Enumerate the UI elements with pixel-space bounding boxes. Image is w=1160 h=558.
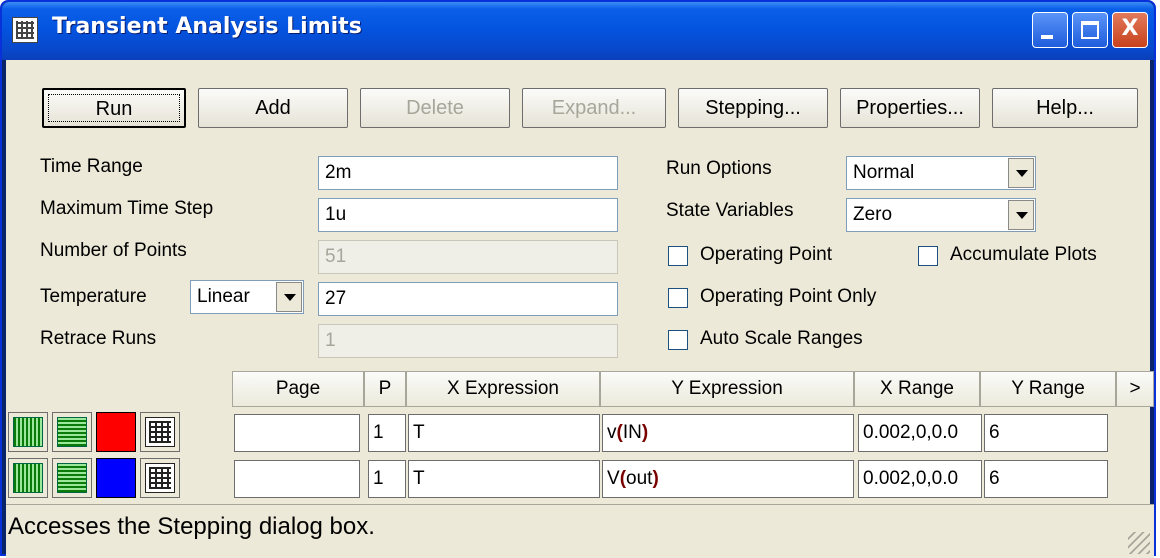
state-variables-label: State Variables [666,200,794,221]
retrace-runs-label: Retrace Runs [40,328,157,349]
row1-page[interactable] [234,414,360,452]
status-bar: Accesses the Stepping dialog box. [6,504,1154,558]
close-icon: X [1121,16,1139,41]
run-options-value: Normal [853,162,915,183]
num-points-label: Number of Points [40,240,187,261]
vertical-bars-icon [13,417,43,447]
operating-point-only-checkbox[interactable] [668,288,688,308]
temperature-mode-value: Linear [197,286,250,307]
delete-button[interactable]: Delete [360,88,510,128]
row1-y-range[interactable]: 6 [984,414,1108,452]
minimize-button[interactable] [1032,12,1068,48]
row2-y-expr-arg: out [626,468,653,489]
temperature-label: Temperature [40,286,147,307]
row1-y-expr-rparen: ) [641,422,649,443]
header-y-range[interactable]: Y Range [980,371,1116,407]
maximize-button[interactable] [1072,12,1108,48]
resize-grip-icon[interactable] [1128,532,1150,554]
header-x-range[interactable]: X Range [854,371,980,407]
run-button[interactable]: Run [42,88,186,128]
expand-button-label: Expand... [551,97,637,119]
accumulate-plots-checkbox[interactable] [918,246,938,266]
row2-y-expr-rparen: ) [652,468,659,489]
state-variables-select[interactable]: Zero [846,198,1036,232]
help-button[interactable]: Help... [992,88,1138,128]
dialog-window: Transient Analysis Limits X Run Add Dele… [0,0,1156,558]
auto-scale-ranges-checkbox[interactable] [668,330,688,350]
auto-scale-ranges-label: Auto Scale Ranges [700,328,863,349]
expand-button[interactable]: Expand... [522,88,666,128]
chevron-down-icon[interactable] [1008,200,1034,230]
curve-fill-button[interactable] [52,412,92,452]
minimize-icon [1041,35,1053,39]
table-grid-icon [145,463,175,493]
row1-y-expression[interactable]: v(IN) [602,414,854,452]
close-button[interactable]: X [1112,12,1148,48]
numeric-output-button[interactable] [140,458,180,498]
row1-x-expression[interactable]: T [408,414,600,452]
curve-color-button[interactable] [96,412,136,452]
row1-y-expr-arg: IN [622,422,642,443]
row2-page[interactable] [234,460,360,498]
row2-p[interactable]: 1 [368,460,406,498]
retrace-runs-input[interactable]: 1 [318,324,618,358]
operating-point-checkbox[interactable] [668,246,688,266]
table-grid-icon [145,417,175,447]
curve-style-button[interactable] [8,458,48,498]
row2-y-expr-fn: V [607,468,620,489]
row2-x-expression[interactable]: T [408,460,600,498]
window-title: Transient Analysis Limits [52,14,362,39]
help-button-label: Help... [1036,97,1094,119]
max-time-step-label: Maximum Time Step [40,198,214,219]
num-points-input[interactable]: 51 [318,240,618,274]
header-page[interactable]: Page [232,371,364,407]
temperature-mode-select[interactable]: Linear [190,280,304,314]
row1-x-range[interactable]: 0.002,0,0.0 [858,414,982,452]
properties-button-label: Properties... [856,97,964,119]
numeric-output-button[interactable] [140,412,180,452]
row2-y-range[interactable]: 6 [984,460,1108,498]
stepping-button[interactable]: Stepping... [678,88,828,128]
row2-x-range[interactable]: 0.002,0,0.0 [858,460,982,498]
properties-button[interactable]: Properties... [840,88,980,128]
max-time-step-input[interactable]: 1u [318,198,618,232]
header-y-expression[interactable]: Y Expression [600,371,854,407]
temperature-input[interactable]: 27 [318,282,618,316]
title-bar[interactable]: Transient Analysis Limits X [2,2,1154,60]
vertical-bars-icon [13,463,43,493]
status-text: Accesses the Stepping dialog box. [8,513,375,540]
state-variables-value: Zero [853,204,893,225]
header-p[interactable]: P [364,371,406,407]
operating-point-label: Operating Point [700,244,833,265]
stepping-button-label: Stepping... [705,97,801,119]
time-range-input[interactable]: 2m [318,156,618,190]
row1-p[interactable]: 1 [368,414,406,452]
add-button[interactable]: Add [198,88,348,128]
horizontal-bars-icon [57,463,87,493]
curve-color-button[interactable] [96,458,136,498]
operating-point-only-label: Operating Point Only [700,286,877,307]
curve-style-button[interactable] [8,412,48,452]
time-range-label: Time Range [40,156,143,177]
add-button-label: Add [255,97,291,119]
chevron-down-icon[interactable] [276,282,302,312]
row2-y-expression[interactable]: V(out) [602,460,854,498]
run-options-select[interactable]: Normal [846,156,1036,190]
curve-fill-button[interactable] [52,458,92,498]
app-grid-icon [12,17,38,43]
header-x-expression[interactable]: X Expression [406,371,600,407]
maximize-icon [1081,21,1099,39]
delete-button-label: Delete [406,97,464,119]
horizontal-bars-icon [57,417,87,447]
dialog-body: Run Add Delete Expand... Stepping... Pro… [6,60,1154,558]
run-options-label: Run Options [666,158,772,179]
header-scroll-right[interactable]: > [1116,371,1154,407]
chevron-down-icon[interactable] [1008,158,1034,188]
row1-y-expr-fn: v [607,422,617,443]
accumulate-plots-label: Accumulate Plots [950,244,1097,265]
